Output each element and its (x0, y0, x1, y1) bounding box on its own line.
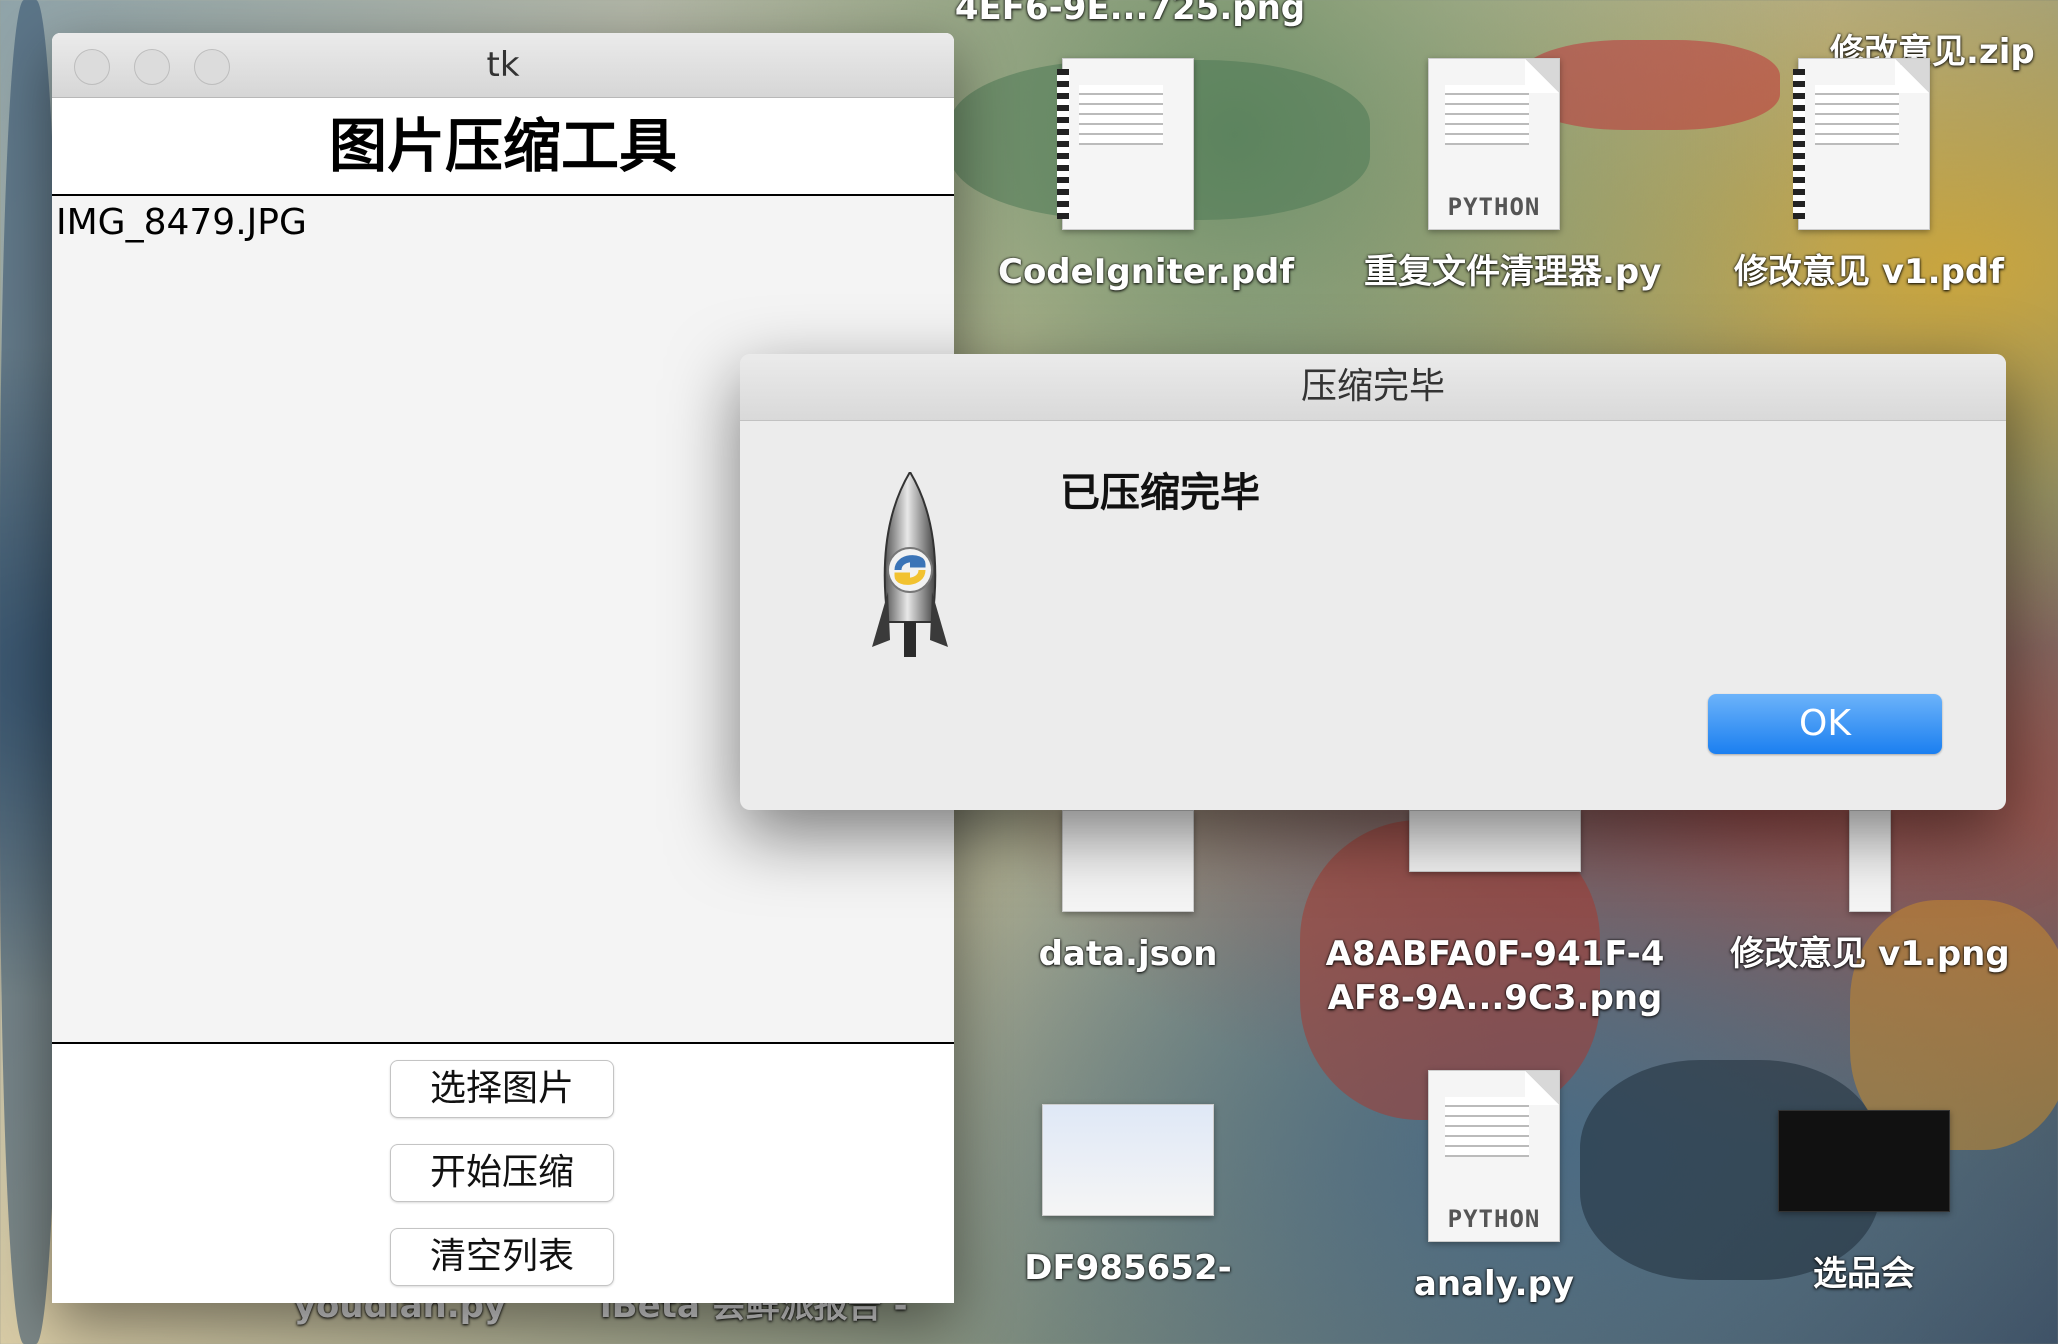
desktop-icon-label: data.json (1038, 934, 1218, 974)
window-titlebar[interactable]: tk (52, 33, 954, 98)
desktop-icon-label: 4EF6-9E...725.png (954, 0, 1306, 28)
json-file-icon (1062, 810, 1194, 912)
pdf-file-icon (1057, 58, 1194, 230)
desktop-icon-label: A8ABFA0F-941F-4AF8-9A...9C3.png (1325, 934, 1665, 1018)
image-file-icon (1849, 810, 1891, 912)
compress-done-dialog: 压缩完毕 已压缩完毕 OK (740, 354, 2006, 810)
desktop-icon-duplicate-cleaner-py[interactable]: PYTHON 重复文件清理器.py (1364, 58, 1662, 294)
desktop-partial-label[interactable]: 4EF6-9E...725.png (930, 0, 1330, 30)
desktop-icon-label: 选品会 (1813, 1254, 1915, 1294)
dialog-title: 压缩完毕 (740, 354, 2006, 421)
desktop-icon-data-json[interactable]: data.json (998, 810, 1258, 976)
desktop-icon-label: CodeIgniter.pdf (998, 252, 1295, 292)
wallpaper-shape (0, 0, 60, 1344)
python-file-icon: PYTHON (1428, 58, 1560, 230)
window-title: tk (486, 45, 520, 85)
video-file-icon (1778, 1110, 1950, 1212)
desktop-icon-codeigniter-pdf[interactable]: CodeIgniter.pdf (998, 58, 1295, 294)
list-item[interactable]: IMG_8479.JPG (56, 200, 950, 246)
button-panel: 选择图片 开始压缩 清空列表 (52, 1044, 954, 1303)
desktop-icon-label: DF985652- (1024, 1248, 1232, 1288)
desktop-icon-a8abfa0f-png[interactable]: A8ABFA0F-941F-4AF8-9A...9C3.png (1300, 810, 1690, 1020)
python-launcher-rocket-icon (872, 472, 948, 657)
desktop-icon-selection-meeting[interactable]: 选品会 (1734, 1110, 1994, 1296)
ok-button[interactable]: OK (1708, 694, 1942, 754)
desktop-icon-analy-py[interactable]: PYTHON analy.py (1364, 1070, 1624, 1306)
file-type-label: PYTHON (1447, 193, 1541, 221)
pdf-file-icon (1793, 58, 1930, 230)
desktop-icon-df985652-png[interactable]: DF985652- (998, 1104, 1258, 1290)
clear-list-button[interactable]: 清空列表 (390, 1228, 614, 1286)
page-title: 图片压缩工具 (52, 98, 954, 196)
image-file-icon (1409, 810, 1581, 872)
image-file-icon (1042, 1104, 1214, 1216)
desktop-icon-label: 重复文件清理器.py (1364, 252, 1662, 292)
file-type-label: PYTHON (1447, 1205, 1541, 1233)
dialog-message: 已压缩完毕 (1060, 470, 1260, 516)
start-compress-button[interactable]: 开始压缩 (390, 1144, 614, 1202)
select-image-button[interactable]: 选择图片 (390, 1060, 614, 1118)
desktop-icon-revision-v1-pdf[interactable]: 修改意见 v1.pdf (1734, 58, 2005, 294)
desktop-icon-label: 修改意见 v1.pdf (1734, 252, 2005, 292)
python-file-icon: PYTHON (1428, 1070, 1560, 1242)
desktop-icon-label: 修改意见 v1.png (1730, 934, 2010, 974)
desktop-icon-label: analy.py (1413, 1264, 1575, 1304)
desktop-icon-revision-v1-png[interactable]: 修改意见 v1.png (1720, 810, 2020, 976)
